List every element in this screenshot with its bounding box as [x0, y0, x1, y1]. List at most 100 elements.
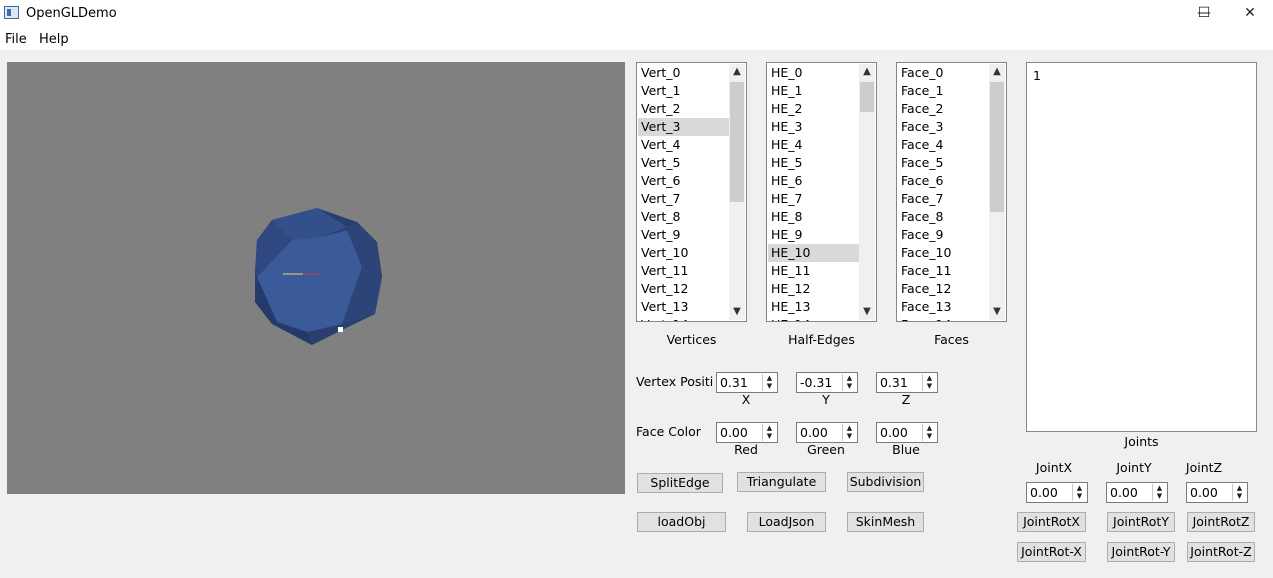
face-item[interactable]: Face_7	[898, 190, 990, 208]
face-item[interactable]: Face_12	[898, 280, 990, 298]
vertex-item[interactable]: Vert_10	[638, 244, 730, 262]
vertex-item[interactable]: Vert_8	[638, 208, 730, 226]
spin-down-icon[interactable]: ▼	[1073, 492, 1086, 500]
joint-rot-y-button[interactable]: JointRotY	[1107, 512, 1175, 532]
vertex-item[interactable]: Vert_13	[638, 298, 730, 316]
halfedge-item[interactable]: HE_7	[768, 190, 860, 208]
scroll-down-icon[interactable]: ▼	[859, 304, 875, 320]
vertex-x-spinbox[interactable]: 0.31 ▲ ▼	[716, 372, 778, 393]
minimize-button-alt[interactable]	[1135, 0, 1181, 28]
face-item[interactable]: Face_3	[898, 118, 990, 136]
joint-rot-z-button[interactable]: JointRotZ	[1187, 512, 1255, 532]
scroll-up-icon[interactable]: ▲	[859, 64, 875, 80]
halfedge-item[interactable]: HE_9	[768, 226, 860, 244]
vertex-item[interactable]: Vert_1	[638, 82, 730, 100]
vertex-item[interactable]: Vert_6	[638, 172, 730, 190]
skin-mesh-button[interactable]: SkinMesh	[847, 512, 924, 532]
halfedge-item[interactable]: HE_1	[768, 82, 860, 100]
halfedge-item[interactable]: HE_6	[768, 172, 860, 190]
face-item[interactable]: Face_10	[898, 244, 990, 262]
spin-down-icon[interactable]: ▼	[843, 382, 856, 390]
vertex-item[interactable]: Vert_0	[638, 64, 730, 82]
load-obj-button[interactable]: loadObj	[637, 512, 726, 532]
vertex-item[interactable]: Vert_11	[638, 262, 730, 280]
spin-up-icon[interactable]: ▲	[1073, 484, 1086, 492]
faces-scrollbar[interactable]: ▲ ▼	[989, 64, 1005, 320]
face-item[interactable]: Face_1	[898, 82, 990, 100]
halfedge-item[interactable]: HE_8	[768, 208, 860, 226]
scroll-thumb[interactable]	[730, 82, 744, 202]
joint-rot-neg-z-button[interactable]: JointRot-Z	[1187, 542, 1255, 562]
face-red-spinbox[interactable]: 0.00 ▲ ▼	[716, 422, 778, 443]
face-item[interactable]: Face_11	[898, 262, 990, 280]
face-green-spinbox[interactable]: 0.00 ▲ ▼	[796, 422, 858, 443]
halfedge-item[interactable]: HE_14	[768, 316, 860, 321]
spin-up-icon[interactable]: ▲	[1233, 484, 1246, 492]
vertex-item[interactable]: Vert_12	[638, 280, 730, 298]
scroll-down-icon[interactable]: ▼	[989, 304, 1005, 320]
spin-up-icon[interactable]: ▲	[763, 374, 776, 382]
joint-item[interactable]: 1	[1033, 68, 1041, 83]
face-item[interactable]: Face_14	[898, 316, 990, 321]
joints-tree[interactable]: 1	[1026, 62, 1257, 432]
vertices-list[interactable]: Vert_0 Vert_1 Vert_2 Vert_3 Vert_4 Vert_5 Vert…	[636, 62, 747, 322]
spin-up-icon[interactable]: ▲	[763, 424, 776, 432]
split-edge-button[interactable]: SplitEdge	[637, 473, 723, 493]
spin-up-icon[interactable]: ▲	[843, 424, 856, 432]
spin-down-icon[interactable]: ▼	[1233, 492, 1246, 500]
maximize-button[interactable]: ☐	[1181, 0, 1227, 28]
joint-rot-x-button[interactable]: JointRotX	[1017, 512, 1086, 532]
spin-down-icon[interactable]: ▼	[1153, 492, 1166, 500]
halfedge-item[interactable]: HE_2	[768, 100, 860, 118]
vertex-item[interactable]: Vert_14	[638, 316, 730, 321]
vertex-y-spinbox[interactable]: -0.31 ▲ ▼	[796, 372, 858, 393]
face-item[interactable]: Face_9	[898, 226, 990, 244]
spin-up-icon[interactable]: ▲	[923, 374, 936, 382]
halfedge-item[interactable]: HE_10	[768, 244, 860, 262]
triangulate-button[interactable]: Triangulate	[737, 472, 826, 492]
halfedge-item[interactable]: HE_3	[768, 118, 860, 136]
joint-y-spinbox[interactable]: 0.00 ▲ ▼	[1106, 482, 1168, 503]
halfedges-scrollbar[interactable]: ▲ ▼	[859, 64, 875, 320]
spin-up-icon[interactable]: ▲	[843, 374, 856, 382]
vertices-scrollbar[interactable]: ▲ ▼	[729, 64, 745, 320]
spin-down-icon[interactable]: ▼	[923, 432, 936, 440]
scroll-thumb[interactable]	[860, 82, 874, 112]
vertex-item[interactable]: Vert_3	[638, 118, 730, 136]
halfedge-item[interactable]: HE_5	[768, 154, 860, 172]
spin-down-icon[interactable]: ▼	[923, 382, 936, 390]
face-item[interactable]: Face_6	[898, 172, 990, 190]
gl-viewport[interactable]	[7, 62, 625, 494]
faces-list[interactable]: Face_0 Face_1 Face_2 Face_3 Face_4 Face_5 Face…	[896, 62, 1007, 322]
vertex-item[interactable]: Vert_9	[638, 226, 730, 244]
halfedge-item[interactable]: HE_4	[768, 136, 860, 154]
scroll-thumb[interactable]	[990, 82, 1004, 212]
vertex-item[interactable]: Vert_5	[638, 154, 730, 172]
halfedge-item[interactable]: HE_12	[768, 280, 860, 298]
spin-down-icon[interactable]: ▼	[843, 432, 856, 440]
menu-help[interactable]: Help	[39, 32, 69, 47]
face-blue-spinbox[interactable]: 0.00 ▲ ▼	[876, 422, 938, 443]
scroll-up-icon[interactable]: ▲	[729, 64, 745, 80]
vertex-z-spinbox[interactable]: 0.31 ▲ ▼	[876, 372, 938, 393]
face-item[interactable]: Face_2	[898, 100, 990, 118]
spin-down-icon[interactable]: ▼	[763, 382, 776, 390]
load-json-button[interactable]: LoadJson	[747, 512, 826, 532]
vertex-item[interactable]: Vert_7	[638, 190, 730, 208]
face-item[interactable]: Face_13	[898, 298, 990, 316]
spin-up-icon[interactable]: ▲	[1153, 484, 1166, 492]
joint-rot-neg-x-button[interactable]: JointRot-X	[1017, 542, 1086, 562]
scroll-up-icon[interactable]: ▲	[989, 64, 1005, 80]
face-item[interactable]: Face_5	[898, 154, 990, 172]
halfedge-item[interactable]: HE_0	[768, 64, 860, 82]
face-item[interactable]: Face_0	[898, 64, 990, 82]
halfedge-item[interactable]: HE_13	[768, 298, 860, 316]
vertex-item[interactable]: Vert_4	[638, 136, 730, 154]
vertex-item[interactable]: Vert_2	[638, 100, 730, 118]
joint-x-spinbox[interactable]: 0.00 ▲ ▼	[1026, 482, 1088, 503]
joint-z-spinbox[interactable]: 0.00 ▲ ▼	[1186, 482, 1248, 503]
halfedges-list[interactable]: HE_0 HE_1 HE_2 HE_3 HE_4 HE_5 HE_6 HE_7 HE_8 HE_9…	[766, 62, 877, 322]
joint-rot-neg-y-button[interactable]: JointRot-Y	[1107, 542, 1175, 562]
spin-down-icon[interactable]: ▼	[763, 432, 776, 440]
close-button[interactable]: ✕	[1227, 0, 1273, 28]
